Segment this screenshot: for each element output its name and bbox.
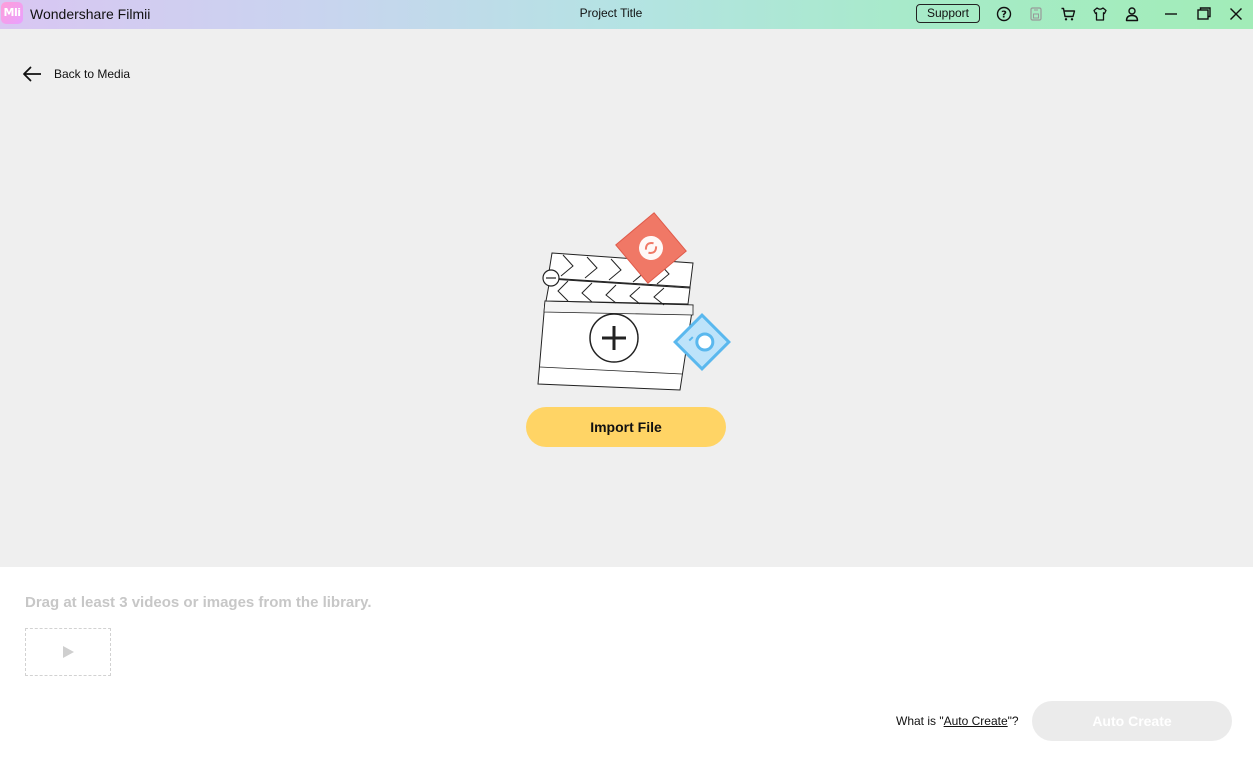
auto-create-button[interactable]: Auto Create [1032, 701, 1232, 741]
save-icon[interactable] [1026, 4, 1046, 24]
gift-icon[interactable] [1090, 4, 1110, 24]
play-icon [61, 645, 75, 659]
user-icon[interactable] [1122, 4, 1142, 24]
drag-hint: Drag at least 3 videos or images from th… [25, 594, 372, 611]
support-button[interactable]: Support [916, 4, 980, 23]
import-file-button[interactable]: Import File [526, 407, 726, 447]
back-to-media-label: Back to Media [54, 67, 131, 81]
back-to-media-link[interactable]: Back to Media [22, 64, 130, 84]
what-is-suffix: "? [1007, 714, 1019, 728]
minimize-icon[interactable] [1161, 4, 1181, 24]
media-drop-slot[interactable] [25, 628, 111, 676]
auto-create-help-link[interactable]: Auto Create [944, 714, 1008, 728]
clapperboard-illustration[interactable] [530, 209, 740, 399]
media-import-area: Back to Media Import File [0, 29, 1253, 567]
what-is-prefix: What is " [896, 714, 944, 728]
what-is-auto-create: What is "Auto Create"? [896, 714, 1019, 728]
close-icon[interactable] [1226, 4, 1246, 24]
maximize-icon[interactable] [1194, 4, 1214, 24]
auto-create-panel: Drag at least 3 videos or images from th… [0, 567, 1253, 762]
arrow-left-icon [22, 66, 42, 82]
svg-text:?: ? [1001, 10, 1007, 21]
cart-icon[interactable] [1058, 4, 1078, 24]
title-bar: Mli Wondershare Filmii Project Title Sup… [0, 0, 1253, 29]
help-icon[interactable]: ? [994, 4, 1014, 24]
